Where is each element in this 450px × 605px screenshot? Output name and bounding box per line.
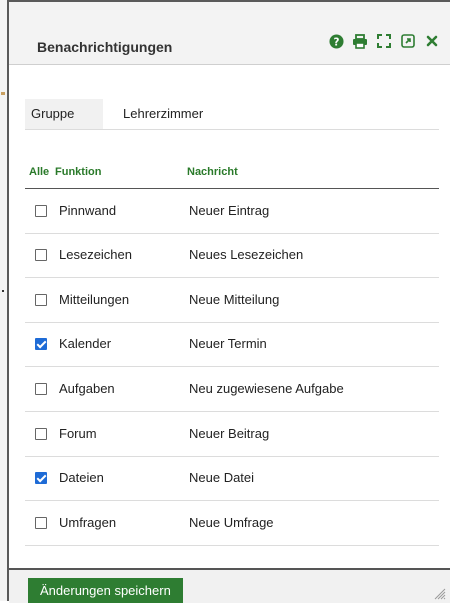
table-row: Mitteilungen Neue Mitteilung (25, 279, 439, 323)
help-icon[interactable]: ? (328, 33, 344, 49)
function-name: Forum (59, 426, 97, 441)
background-mark (1, 92, 5, 95)
table-row: Umfragen Neue Umfrage (25, 502, 439, 546)
row-checkbox[interactable] (35, 338, 47, 350)
select-all-link[interactable]: Alle (29, 166, 49, 178)
message-text: Neue Umfrage (189, 515, 274, 530)
group-row: Gruppe Lehrerzimmer (25, 99, 439, 130)
function-column-header: Funktion (55, 166, 102, 178)
message-text: Neue Datei (189, 470, 255, 485)
row-checkbox[interactable] (35, 472, 47, 484)
table-row: Dateien Neue Datei (25, 457, 439, 501)
table-row: Lesezeichen Neues Lesezeichen (25, 234, 439, 278)
function-name: Lesezeichen (59, 247, 132, 262)
background-mark (2, 290, 4, 292)
function-name: Pinnwand (59, 203, 117, 218)
dialog-title: Benachrichtigungen (37, 39, 173, 55)
group-value: Lehrerzimmer (123, 106, 204, 121)
close-icon[interactable] (424, 33, 440, 49)
message-text: Neues Lesezeichen (189, 247, 304, 262)
save-changes-button[interactable]: Änderungen speichern (28, 578, 183, 603)
notifications-dialog: Benachrichtigungen ? Gruppe Lehrerzimmer… (7, 0, 450, 603)
row-checkbox[interactable] (35, 205, 47, 217)
resize-grip-icon[interactable] (434, 587, 446, 600)
message-text: Neuer Beitrag (189, 426, 270, 441)
message-text: Neu zugewiesene Aufgabe (189, 381, 344, 396)
message-text: Neuer Eintrag (189, 203, 270, 218)
group-label: Gruppe (25, 99, 103, 129)
open-external-icon[interactable] (400, 33, 416, 49)
function-name: Aufgaben (59, 381, 115, 396)
row-checkbox[interactable] (35, 428, 47, 440)
table-row: Aufgaben Neu zugewiesene Aufgabe (25, 368, 439, 412)
row-checkbox[interactable] (35, 294, 47, 306)
dialog-footer: Änderungen speichern (9, 570, 450, 603)
function-name: Dateien (59, 470, 104, 485)
row-checkbox[interactable] (35, 249, 47, 261)
table-row: Kalender Neuer Termin (25, 323, 439, 367)
svg-text:?: ? (333, 36, 339, 48)
function-name: Mitteilungen (59, 292, 130, 307)
function-name: Umfragen (59, 515, 117, 530)
message-text: Neuer Termin (189, 336, 267, 351)
table-row: Pinnwand Neuer Eintrag (25, 190, 439, 234)
message-text: Neue Mitteilung (189, 292, 280, 307)
expand-icon[interactable] (376, 33, 392, 49)
function-name: Kalender (59, 336, 112, 351)
dialog-toolbar: ? (328, 32, 440, 50)
print-icon[interactable] (352, 33, 368, 49)
row-checkbox[interactable] (35, 383, 47, 395)
table-row: Forum Neuer Beitrag (25, 413, 439, 457)
dialog-titlebar: Benachrichtigungen ? (9, 2, 450, 65)
table-header: Alle Funktion Nachricht (25, 162, 439, 189)
message-column-header: Nachricht (187, 166, 238, 178)
row-checkbox[interactable] (35, 517, 47, 529)
